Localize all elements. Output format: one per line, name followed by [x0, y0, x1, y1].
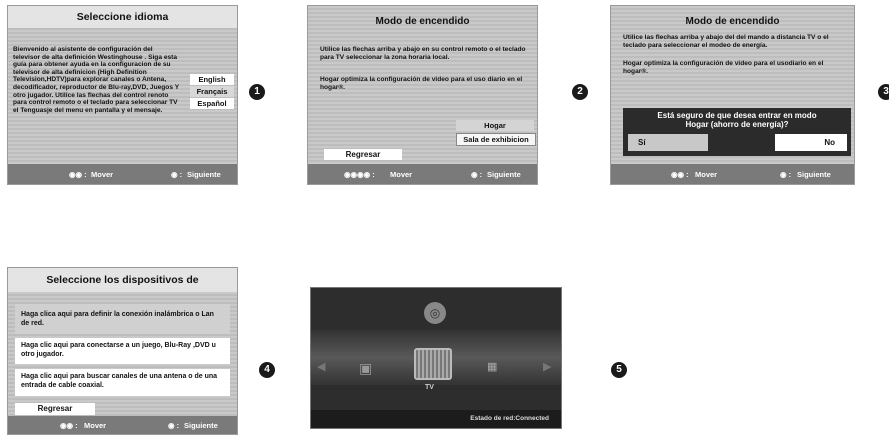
panel-footer: ◉◉◉◉ : Mover ◉ : Siguiente [308, 164, 537, 184]
player-item[interactable]: Haga clic aqui para conectarse a un jueg… [15, 338, 230, 364]
no-button[interactable]: No [775, 134, 847, 151]
move-label: Mover [390, 170, 413, 179]
antenna-item[interactable]: Haga clic aqui para buscar canales de un… [15, 369, 230, 396]
network-item[interactable]: Haga clica aqui para definir la conexión… [15, 304, 230, 334]
arrow-icon: ◉◉ : [671, 170, 689, 179]
dialog-message: Está seguro de que desea entrar en modo … [657, 111, 817, 129]
next-label: Siguiente [487, 170, 521, 179]
confirm-dialog: Está seguro de que desea entrar en modo … [623, 108, 851, 156]
panel-body-1: Utilice las flechas arriba y abajo del d… [623, 34, 829, 49]
step-1-marker: 1 [249, 84, 265, 100]
step-4-marker: 4 [259, 362, 275, 378]
arrow-icon: ◉◉ : [69, 170, 87, 179]
panel-title: Seleccione los dispositivos de [8, 268, 237, 292]
ok-icon: ◉ : [471, 170, 483, 179]
status-bar: Estado de red:Connected [311, 410, 561, 428]
network-status: Estado de red:Connected [470, 415, 549, 422]
panel-title: Seleccione idioma [8, 6, 237, 28]
arrow-left-icon[interactable]: ◀ [317, 360, 325, 373]
ok-icon: ◉ : [780, 170, 792, 179]
mode-option-hogar[interactable]: Hogar [456, 120, 534, 131]
language-option-spanish[interactable]: Español [190, 98, 234, 109]
language-option-french[interactable]: Français [190, 86, 234, 97]
panel-home-menu: ◎ ◀ ▣ TV ▦ ▶ Estado de red:Connected [310, 287, 562, 429]
next-label: Siguiente [184, 421, 218, 430]
move-label: Mover [695, 170, 718, 179]
back-button[interactable]: Regresar [15, 403, 95, 415]
tv-label: TV [425, 384, 434, 391]
ok-icon: ◉ : [171, 170, 183, 179]
arrow-icon: ◉◉ : [60, 421, 78, 430]
ok-icon: ◉ : [168, 421, 180, 430]
step-5-marker: 5 [611, 362, 627, 378]
panel-power-confirm: Modo de encendido Utilice las flechas ar… [610, 5, 855, 185]
panel-footer: ◉◉ : Mover ◉ : Siguiente [611, 164, 854, 184]
panel-body-2: Hogar optimiza la configuración de video… [320, 76, 523, 91]
back-button[interactable]: Regresar [324, 149, 402, 160]
mode-option-showroom[interactable]: Sala de exhibicion [456, 133, 536, 146]
panel-body-2: Hogar optimiza la configuración de video… [623, 60, 824, 75]
panel-power-mode: Modo de encendido Utilice las flechas ar… [307, 5, 538, 185]
next-label: Siguiente [187, 170, 221, 179]
panel-devices: Seleccione los dispositivos de Haga clic… [7, 267, 238, 435]
globe-icon[interactable]: ◎ [424, 302, 446, 324]
move-label: Mover [91, 170, 114, 179]
next-label: Siguiente [797, 170, 831, 179]
step-2-marker: 2 [572, 84, 588, 100]
panel-title: Modo de encendido [375, 16, 470, 27]
panel-body-1: Utilice las flechas arriba y abajo en su… [320, 46, 526, 61]
yes-button[interactable]: Sí [628, 134, 708, 151]
arrow-right-icon[interactable]: ▶ [543, 360, 551, 373]
game-icon[interactable]: ▣ [359, 360, 372, 377]
panel-footer: ◉◉ : Mover ◉ : Siguiente [8, 416, 237, 434]
panel-body: Bienvenido al asistente de configuración… [13, 46, 179, 114]
arrow-icon: ◉◉◉◉ : [344, 170, 375, 179]
step-3-marker: 3 [878, 84, 889, 100]
move-label: Mover [84, 421, 107, 430]
panel-language: Seleccione idioma Bienvenido al asistent… [7, 5, 238, 185]
grid-icon[interactable]: ▦ [487, 360, 497, 373]
tv-icon[interactable] [414, 348, 452, 380]
language-option-english[interactable]: English [190, 74, 234, 85]
panel-footer: ◉◉ : Mover ◉ : Siguiente [8, 164, 237, 184]
panel-title: Modo de encendido [685, 16, 780, 27]
